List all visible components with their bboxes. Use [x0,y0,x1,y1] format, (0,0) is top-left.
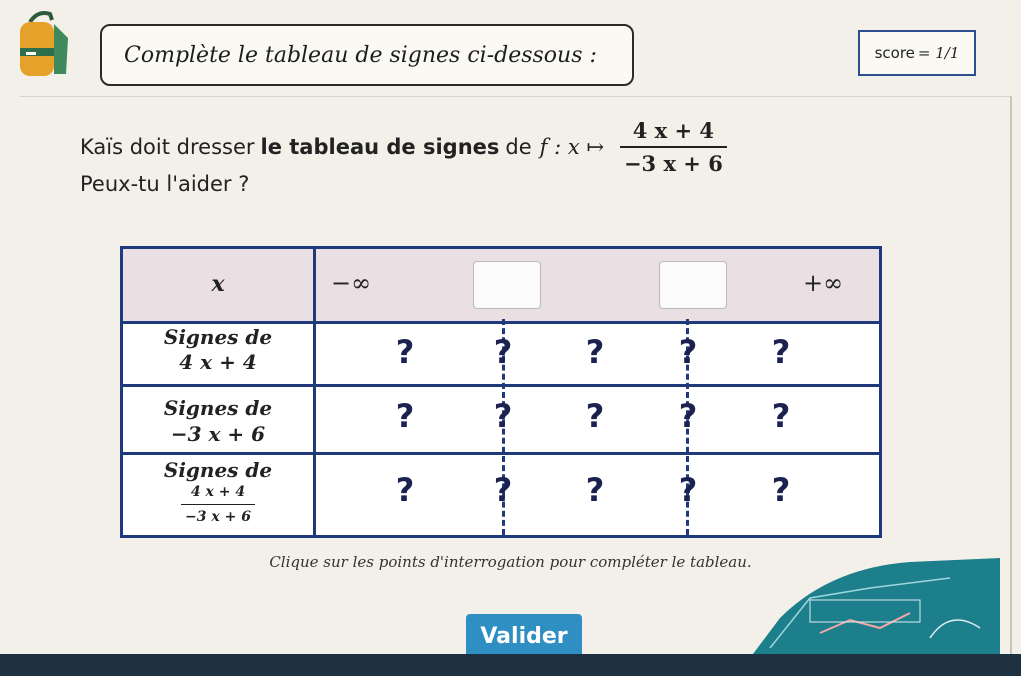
plus-infinity: +∞ [803,269,844,297]
function-fraction: 4 x + 4 −3 x + 6 [619,118,727,176]
taskbar [0,654,1021,676]
score-label: score [874,44,915,62]
sign-table: x −∞ +∞ Signes de 4 x + 4 Signes de −3 x… [120,246,882,538]
row-label-expression: −3 x + 6 [170,422,266,446]
quotient-numerator: 4 x + 4 [190,484,246,500]
x-label: x [211,271,225,297]
exercise-title-text: Complète le tableau de signes ci-dessous… [124,42,597,68]
sign-cell-r1-c2[interactable]: ? [483,333,523,371]
sign-cell-r1-c4[interactable]: ? [668,333,708,371]
sign-cell-r2-c4[interactable]: ? [668,397,708,435]
minus-infinity: −∞ [331,269,372,297]
statement-middle: de [505,135,532,159]
sign-cell-r2-c2[interactable]: ? [483,397,523,435]
sign-table-divider [313,249,316,535]
exercise-title: Complète le tableau de signes ci-dessous… [100,24,634,86]
score-badge: score = 1/1 [858,30,976,76]
sign-cell-r3-c5[interactable]: ? [761,471,801,509]
fraction-denominator: −3 x + 6 [619,146,727,176]
quotient-fraction: 4 x + 4 −3 x + 6 [181,481,255,528]
fraction-numerator: 4 x + 4 [632,118,715,143]
row-label-top: Signes de [163,458,273,482]
sign-cell-r3-c3[interactable]: ? [575,471,615,509]
row-label-top: Signes de [163,396,273,420]
row-label-expression: 4 x + 4 [179,350,257,374]
row-label-quotient: Signes de 4 x + 4 −3 x + 6 [123,459,313,528]
statement-question: Peux-tu l'aider ? [80,172,250,196]
sign-cell-r3-c4[interactable]: ? [668,471,708,509]
score-value: = 1/1 [917,44,960,62]
function-definition: f : x ↦ [539,135,604,159]
sign-cell-r1-c5[interactable]: ? [761,333,801,371]
math-doodle-illustration [750,558,1000,658]
sign-cell-r2-c3[interactable]: ? [575,397,615,435]
sign-cell-r2-c1[interactable]: ? [385,397,425,435]
row-label-top: Signes de [163,325,273,349]
statement-prefix: Kaïs doit dresser [80,135,255,159]
x-value-input-2[interactable] [659,261,727,309]
row-label-denominator: Signes de −3 x + 6 [123,395,313,447]
sign-cell-r2-c5[interactable]: ? [761,397,801,435]
row-separator [123,384,879,387]
backpack-icon [20,11,68,76]
row-label-fraction: 4 x + 4 −3 x + 6 [123,481,313,528]
sign-cell-r3-c2[interactable]: ? [483,471,523,509]
sign-cell-r1-c3[interactable]: ? [575,333,615,371]
sign-cell-r1-c1[interactable]: ? [385,333,425,371]
row-label-numerator: Signes de 4 x + 4 [123,325,313,375]
sign-cell-r3-c1[interactable]: ? [385,471,425,509]
x-value-input-1[interactable] [473,261,541,309]
row-separator [123,452,879,455]
quotient-denominator: −3 x + 6 [181,504,255,528]
statement-bold: le tableau de signes [260,135,500,159]
validate-button[interactable]: Valider [466,614,582,658]
